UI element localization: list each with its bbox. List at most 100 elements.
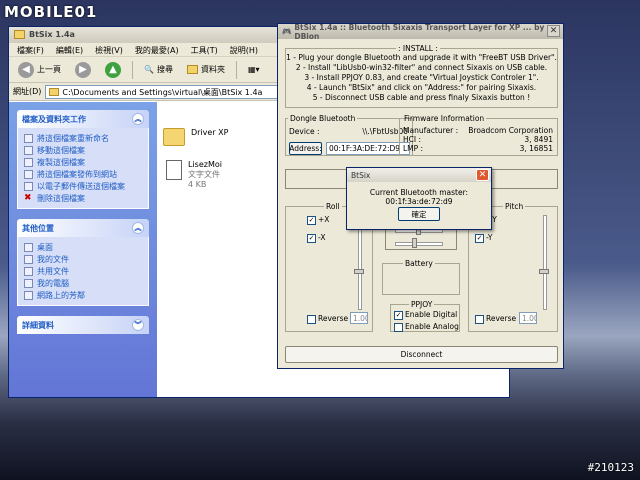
enable-digital-checkbox[interactable]: ✓ Enable Digital (394, 310, 457, 320)
task-pane: 檔案及資料夾工作 ︽ 將這個檔案重新命名 移動這個檔案 複製這個檔案 將這個檔案… (9, 102, 157, 397)
folder-icon (14, 30, 25, 39)
roll-reverse-checkbox[interactable]: Reverse (307, 314, 348, 324)
task-label: 移動這個檔案 (37, 145, 85, 155)
folders-button[interactable]: 資料夾 (184, 60, 228, 80)
publish-icon (24, 169, 33, 179)
ok-button[interactable]: 確定 (398, 207, 440, 221)
task-label: 複製這個檔案 (37, 157, 85, 167)
menu-view[interactable]: 檢視(V) (95, 45, 123, 56)
pitch-minus-label: -Y (486, 233, 493, 242)
search-button[interactable]: 🔍 搜尋 (141, 60, 176, 80)
bluetooth-master-dialog: BtSix ✕ Current Bluetooth master: 00:1f:… (346, 167, 492, 230)
firmware-group: Firmware Information Manufacturer : Broa… (399, 114, 558, 156)
site-logo: MOBILE01 (4, 3, 98, 21)
pitch-minus-checkbox[interactable]: ✓ -Y (475, 233, 492, 243)
text-file-icon (166, 160, 182, 180)
chevron-up-icon[interactable]: ︽ (132, 113, 144, 125)
address-field[interactable]: 00:1F:3A:DE:72:D9 (326, 142, 410, 155)
battery-legend: Battery (405, 259, 433, 268)
btsix-titlebar[interactable]: 🎮 BtSix 1.4a :: Bluetooth Sixaxis Transp… (278, 22, 563, 41)
pitch-reverse-label: Reverse (486, 314, 517, 323)
dialog-titlebar[interactable]: BtSix ✕ (347, 168, 491, 182)
checkbox[interactable]: ✓ (475, 233, 484, 243)
checkbox[interactable]: ✓ (307, 215, 316, 225)
pitch-reverse-checkbox[interactable]: Reverse (475, 314, 516, 324)
center-slider-track-bottom[interactable] (395, 242, 443, 246)
disconnect-button[interactable]: Disconnect (285, 346, 558, 363)
task-delete[interactable]: ✖ 刪除這個檔案 (24, 192, 142, 204)
task-move[interactable]: 移動這個檔案 (24, 144, 142, 156)
dongle-legend: Dongle Bluetooth (290, 114, 356, 123)
place-network[interactable]: 網路上的芳鄰 (24, 289, 142, 301)
email-icon (24, 181, 33, 191)
menu-tools[interactable]: 工具(T) (191, 45, 218, 56)
center-slider-thumb-bottom[interactable] (412, 238, 417, 248)
toolbar-separator (132, 60, 133, 79)
menu-favorites[interactable]: 我的最愛(A) (135, 45, 179, 56)
dialog-close-button[interactable]: ✕ (476, 169, 489, 181)
task-copy[interactable]: 複製這個檔案 (24, 156, 142, 168)
roll-plus-checkbox[interactable]: ✓ +X (307, 215, 329, 225)
ppjoy-legend: PPJOY (411, 300, 433, 309)
enable-analog-checkbox[interactable]: Enable Analog (394, 322, 459, 332)
forward-button[interactable]: ▶ (72, 60, 94, 80)
views-button[interactable]: ▦▾ (245, 60, 263, 80)
views-icon: ▦▾ (247, 65, 260, 74)
file-tasks-header[interactable]: 檔案及資料夾工作 ︽ (17, 110, 149, 128)
ppjoy-group: PPJOY ✓ Enable Digital Enable Analog (390, 300, 460, 332)
chevron-down-icon[interactable]: ︾ (132, 319, 144, 331)
pitch-slider-track[interactable] (543, 215, 547, 310)
other-places-list: 桌面 我的文件 共用文件 我的電腦 網路上的芳鄰 (17, 237, 149, 306)
place-my-computer[interactable]: 我的電腦 (24, 277, 142, 289)
address-button[interactable]: Address: (289, 142, 322, 155)
folders-label: 資料夾 (200, 65, 225, 74)
file-tasks-list: 將這個檔案重新命名 移動這個檔案 複製這個檔案 將這個檔案發佈到網站 以電子郵件… (17, 128, 149, 209)
place-desktop[interactable]: 桌面 (24, 241, 142, 253)
roll-legend: Roll (326, 202, 340, 211)
roll-minus-checkbox[interactable]: ✓ -X (307, 233, 325, 243)
checkbox[interactable] (394, 322, 403, 332)
roll-reverse-label: Reverse (318, 314, 349, 323)
file-name: Driver XP (191, 128, 229, 137)
install-step: 5 - Disconnect USB cable and press final… (312, 93, 531, 102)
checkbox[interactable]: ✓ (307, 233, 316, 243)
file-type: 文字文件 (188, 170, 220, 179)
roll-slider-thumb[interactable] (354, 269, 364, 274)
firmware-legend: Firmware Information (404, 114, 485, 123)
copy-icon (24, 157, 33, 167)
back-arrow-icon: ◀ (18, 61, 34, 78)
pitch-slider-thumb[interactable] (539, 269, 549, 274)
place-shared-documents[interactable]: 共用文件 (24, 265, 142, 277)
close-button[interactable]: ✕ (547, 25, 560, 37)
device-label: Device : (289, 127, 320, 136)
checkbox[interactable] (475, 314, 484, 324)
install-step: 2 - Install "LibUsb0-win32-filter" and c… (295, 63, 548, 72)
task-email[interactable]: 以電子郵件傳送這個檔案 (24, 180, 142, 192)
dialog-message: Current Bluetooth master: 00:1f:3a:de:72… (369, 188, 469, 206)
menu-file[interactable]: 檔案(F) (17, 45, 44, 56)
menu-edit[interactable]: 編輯(E) (56, 45, 83, 56)
roll-scale-field[interactable]: 1.00 (350, 312, 368, 324)
install-legend: : INSTALL : (398, 44, 438, 53)
btsix-title: BtSix 1.4a :: Bluetooth Sixaxis Transpor… (294, 22, 545, 41)
install-step: 4 - Launch "BtSix" and click on "Address… (306, 83, 537, 92)
file-item[interactable]: Driver XP (163, 128, 228, 146)
place-my-documents[interactable]: 我的文件 (24, 253, 142, 265)
file-item[interactable]: LisezMoi 文字文件 4 KB (166, 160, 222, 190)
back-button[interactable]: ◀ 上一頁 (15, 60, 64, 80)
folders-icon (186, 65, 198, 74)
search-icon: 🔍 (144, 65, 154, 74)
task-publish[interactable]: 將這個檔案發佈到網站 (24, 168, 142, 180)
menu-help[interactable]: 說明(H) (230, 45, 258, 56)
task-rename[interactable]: 將這個檔案重新命名 (24, 132, 142, 144)
computer-icon (24, 278, 33, 288)
up-folder-button[interactable]: ▲ (102, 60, 124, 80)
details-header[interactable]: 詳細資料 ︾ (17, 316, 149, 334)
chevron-up-icon[interactable]: ︽ (132, 222, 144, 234)
pitch-scale-field[interactable]: 1.00 (519, 312, 537, 324)
task-label: 將這個檔案發佈到網站 (37, 169, 117, 179)
checkbox[interactable] (307, 314, 316, 324)
checkbox[interactable]: ✓ (394, 310, 403, 320)
other-places-header[interactable]: 其他位置 ︽ (17, 219, 149, 237)
task-label: 將這個檔案重新命名 (37, 133, 109, 143)
